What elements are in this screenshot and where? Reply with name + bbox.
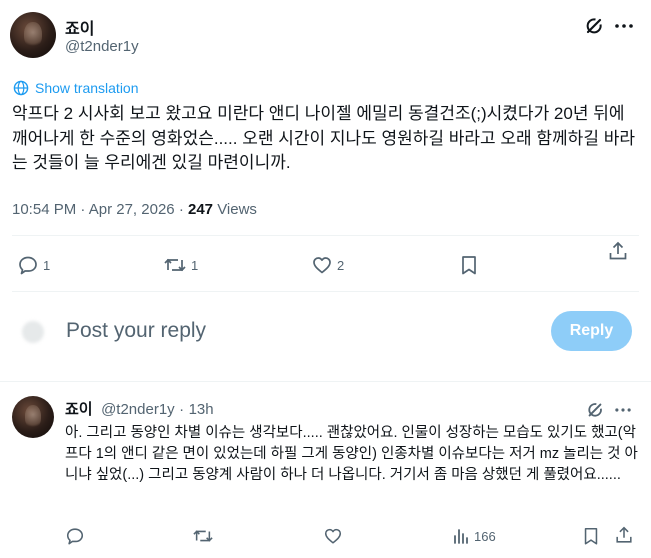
grok-icon[interactable] (584, 16, 604, 36)
divider (12, 291, 639, 292)
show-translation-link[interactable]: Show translation (35, 80, 139, 96)
reply-input[interactable]: Post your reply (66, 319, 206, 343)
reply-handle[interactable]: @t2nder1y (101, 401, 175, 418)
reply-text: 아. 그리고 동양인 차별 이슈는 생각보다..... 괜찮았어요. 인물이 성… (65, 425, 638, 483)
reply-age[interactable]: 13h (189, 401, 214, 418)
views-button[interactable]: 166 (452, 527, 496, 545)
reply-submit-button[interactable]: Reply (551, 311, 632, 351)
reply-avatar[interactable] (12, 396, 54, 438)
reply-views-count: 166 (474, 528, 496, 544)
repost-icon (163, 254, 187, 276)
repost-icon[interactable] (192, 526, 214, 546)
tweet-text: 악프다 2 시사회 보고 왔고요 미란다 앤디 나이젤 에밀리 동결건조(;)시… (12, 104, 635, 172)
tweet-meta: 10:54 PM · Apr 27, 2026 · 247 Views (12, 201, 257, 218)
handle[interactable]: @t2nder1y (65, 38, 139, 55)
avatar[interactable] (10, 12, 56, 58)
reply-display-name[interactable]: 죠이 (65, 401, 93, 418)
like-icon[interactable] (323, 526, 343, 546)
bookmark-icon[interactable] (581, 526, 601, 546)
analytics-icon (452, 527, 470, 545)
like-count: 2 (337, 257, 345, 273)
views-label: Views (217, 201, 257, 218)
repost-count: 1 (191, 257, 199, 273)
tweet-time[interactable]: 10:54 PM (12, 201, 76, 218)
reply-icon (17, 254, 39, 276)
repost-button[interactable]: 1 (163, 254, 198, 276)
display-name[interactable]: 죠이 (65, 15, 94, 39)
reply-icon[interactable] (65, 526, 85, 546)
more-icon[interactable] (614, 18, 634, 34)
divider (12, 235, 639, 236)
divider (0, 381, 651, 382)
composer-avatar (22, 321, 44, 343)
share-icon[interactable] (607, 240, 629, 262)
reply-dot: · (179, 401, 185, 418)
more-icon[interactable] (614, 403, 632, 417)
share-icon[interactable] (614, 525, 634, 545)
like-button[interactable]: 2 (311, 254, 344, 276)
reply-button[interactable]: 1 (17, 254, 50, 276)
reply-header: 죠이 @t2nder1y · 13h (65, 398, 214, 419)
reply-count: 1 (43, 257, 51, 273)
like-icon (311, 254, 333, 276)
views-count: 247 (187, 201, 214, 218)
meta-dot: · (80, 201, 86, 218)
grok-icon[interactable] (586, 401, 604, 419)
meta-dot: · (178, 201, 184, 218)
bookmark-icon[interactable] (458, 254, 480, 276)
tweet-date[interactable]: Apr 27, 2026 (89, 201, 175, 218)
translate-icon (13, 80, 29, 96)
